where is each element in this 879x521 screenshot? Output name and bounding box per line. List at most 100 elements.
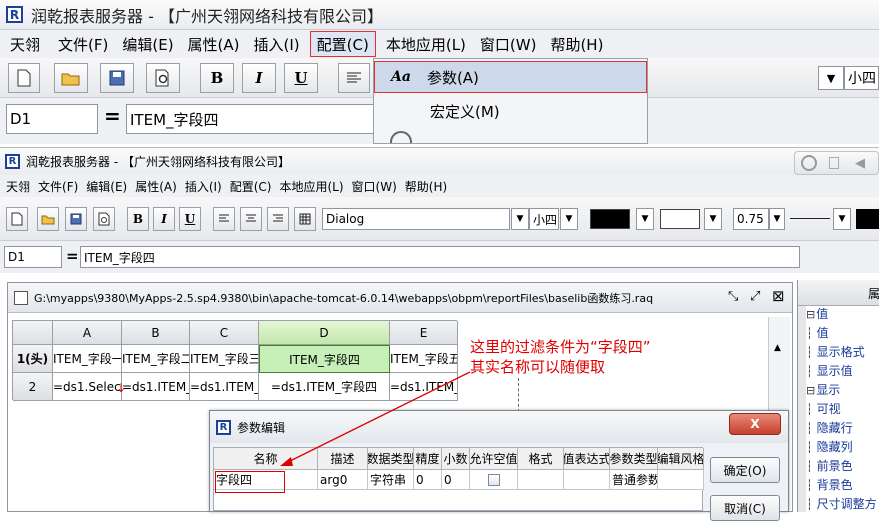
main-open-icon[interactable] [37, 207, 59, 231]
tree-collapse-icon[interactable]: ⊟ [806, 308, 815, 321]
param-cell-paramtype[interactable]: 普通参数 [610, 470, 658, 490]
property-tree-item[interactable]: ⊟显示 [806, 381, 840, 398]
main-menu-window[interactable]: 窗口(W) [348, 178, 401, 195]
top-bold-button[interactable]: B [200, 63, 234, 93]
property-tree-item[interactable]: ┆ 背景色 [806, 476, 853, 493]
cell-a1[interactable]: ITEM_字段一 [53, 345, 122, 373]
main-menu-local-app[interactable]: 本地应用(L) [275, 178, 347, 195]
top-open-icon[interactable] [54, 63, 88, 93]
property-tree-item[interactable]: ┆ 前景色 [806, 457, 853, 474]
background-color-dropdown-arrow[interactable]: ▼ [704, 208, 722, 230]
font-family-field[interactable]: Dialog [322, 208, 510, 230]
param-cell-expression[interactable] [564, 470, 610, 490]
column-header-c[interactable]: C [190, 321, 259, 345]
border-width-field[interactable]: 0.75 [733, 208, 769, 230]
menu-item-macro[interactable]: 宏定义(M) [374, 95, 647, 127]
cell-d2[interactable]: =ds1.ITEM_字段四 [259, 373, 390, 401]
border-width-dropdown-arrow[interactable]: ▼ [769, 208, 785, 230]
close-report-icon[interactable]: ⊠ [772, 287, 785, 305]
param-col-editstyle[interactable]: 编辑风格 [658, 448, 704, 470]
cell-b2[interactable]: =ds1.ITEM_ [122, 373, 190, 401]
param-col-format[interactable]: 格式 [518, 448, 564, 470]
back-arrow-icon[interactable]: ◀ [855, 156, 865, 171]
ok-button[interactable]: 确定(O) [710, 457, 780, 483]
top-menu-edit[interactable]: 编辑(E) [116, 34, 179, 55]
main-align-right-icon[interactable] [267, 207, 289, 231]
top-menu-tianling[interactable]: 天翎 [4, 34, 46, 55]
main-cell-reference[interactable]: D1 [4, 246, 62, 268]
top-menu-config[interactable]: 配置(C) [309, 31, 376, 57]
top-font-size-dropdown-arrow[interactable]: ▼ [818, 66, 844, 90]
main-align-center-icon[interactable] [240, 207, 262, 231]
top-menu-local-app[interactable]: 本地应用(L) [380, 34, 472, 55]
main-menu-edit[interactable]: 编辑(E) [82, 178, 131, 195]
top-save-icon[interactable] [100, 63, 134, 93]
cell-e2[interactable]: =ds1.ITEM_ [390, 373, 458, 401]
scroll-up-arrow-icon[interactable]: ▲ [774, 343, 781, 353]
param-dialog-close-button[interactable]: X [729, 413, 781, 435]
foreground-color-swatch[interactable] [590, 209, 630, 229]
top-font-size-field[interactable]: 小四 [844, 66, 879, 90]
property-tree-item[interactable]: ⊟值 [806, 305, 828, 322]
property-tree-item[interactable]: ┆ 隐藏行 [806, 419, 853, 436]
param-cell-desc[interactable]: arg0 [318, 470, 368, 490]
column-header-e[interactable]: E [390, 321, 458, 345]
cancel-button[interactable]: 取消(C) [710, 495, 780, 521]
nullable-checkbox[interactable] [487, 473, 500, 486]
main-new-icon[interactable] [6, 207, 28, 231]
param-col-expression[interactable]: 值表达式 [564, 448, 610, 470]
cell-a2[interactable]: =ds1.Select( [53, 373, 122, 401]
column-header-a[interactable]: A [53, 321, 122, 345]
param-col-nullable[interactable]: 允许空值 [470, 448, 518, 470]
main-menu-insert[interactable]: 插入(I) [181, 178, 226, 195]
font-size-field[interactable]: 小四 [529, 208, 559, 230]
main-italic-button[interactable]: I [153, 207, 175, 231]
top-preview-icon[interactable] [146, 63, 180, 93]
top-cell-reference[interactable]: D1 [6, 104, 98, 134]
param-cell-nullable[interactable] [470, 470, 518, 490]
border-color-swatch[interactable] [856, 209, 879, 229]
main-align-left-icon[interactable] [213, 207, 235, 231]
param-col-paramtype[interactable]: 参数类型 [610, 448, 658, 470]
main-menu-config[interactable]: 配置(C) [226, 178, 276, 195]
line-style-preview[interactable] [790, 218, 830, 219]
row-header-1[interactable]: 1(头) [13, 345, 53, 373]
cell-b1[interactable]: ITEM_字段二 [122, 345, 190, 373]
minimize-icon[interactable] [829, 157, 839, 169]
cell-e1[interactable]: ITEM_字段五 [390, 345, 458, 373]
main-menu-tianling[interactable]: 天翎 [2, 178, 34, 195]
top-underline-button[interactable]: U [284, 63, 318, 93]
property-tree-item[interactable]: ┆ 显示格式 [806, 343, 865, 360]
param-col-datatype[interactable]: 数据类型 [368, 448, 414, 470]
top-new-icon[interactable] [8, 63, 40, 93]
main-grid-icon[interactable] [294, 207, 316, 231]
property-tree-item[interactable]: ┆ 可视 [806, 400, 841, 417]
top-menu-insert[interactable]: 插入(I) [248, 34, 306, 55]
param-col-name[interactable]: 名称 [214, 448, 318, 470]
font-family-dropdown-arrow[interactable]: ▼ [511, 208, 529, 230]
param-cell-precision[interactable]: 0 [414, 470, 442, 490]
param-col-decimal[interactable]: 小数 [442, 448, 470, 470]
param-cell-editstyle[interactable] [658, 470, 704, 490]
main-underline-button[interactable]: U [179, 207, 201, 231]
main-bold-button[interactable]: B [127, 207, 149, 231]
cell-c2[interactable]: =ds1.ITEM_ [190, 373, 259, 401]
main-menu-file[interactable]: 文件(F) [34, 178, 82, 195]
top-align-left-icon[interactable] [338, 63, 370, 93]
font-size-dropdown-arrow[interactable]: ▼ [560, 208, 578, 230]
grid-corner[interactable] [13, 321, 53, 345]
main-menu-property[interactable]: 属性(A) [131, 178, 181, 195]
main-save-icon[interactable] [65, 207, 87, 231]
param-cell-format[interactable] [518, 470, 564, 490]
top-italic-button[interactable]: I [242, 63, 276, 93]
param-col-precision[interactable]: 精度 [414, 448, 442, 470]
tree-collapse-icon[interactable]: ⊟ [806, 384, 815, 397]
background-color-swatch[interactable] [660, 209, 700, 229]
param-cell-decimal[interactable]: 0 [442, 470, 470, 490]
top-menu-window[interactable]: 窗口(W) [474, 34, 543, 55]
property-tree-item[interactable]: ┆ 显示值 [806, 362, 853, 379]
top-menu-property[interactable]: 属性(A) [182, 34, 246, 55]
main-formula-input[interactable]: ITEM_字段四 [80, 246, 800, 268]
column-header-d[interactable]: D [259, 321, 390, 345]
circle-icon[interactable] [801, 155, 817, 171]
